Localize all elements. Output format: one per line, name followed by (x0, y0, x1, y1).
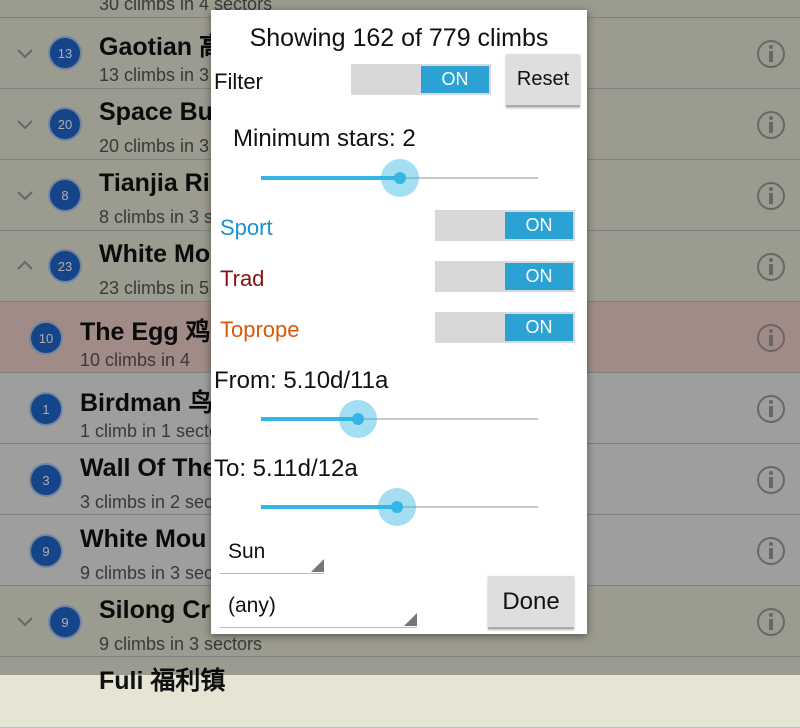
sun-select-value: Sun (228, 540, 266, 563)
dialog-title: Showing 162 of 779 climbs (249, 24, 549, 52)
slider-fill (261, 505, 397, 509)
slider-thumb[interactable] (394, 172, 406, 184)
trad-label: Trad (220, 266, 265, 291)
filter-toggle[interactable]: ON (351, 64, 491, 95)
to-grade-label: To: 5.11d/12a (214, 455, 358, 482)
slider-fill (261, 176, 400, 180)
toggle-on-text: ON (421, 66, 489, 93)
toggle-on-text: ON (505, 212, 573, 239)
sport-toggle[interactable]: ON (435, 210, 575, 241)
from-grade-label: From: 5.10d/11a (214, 367, 389, 394)
dropdown-triangle-icon (404, 613, 417, 626)
slider-thumb[interactable] (391, 501, 403, 513)
toggle-on-text: ON (505, 314, 573, 341)
done-button[interactable]: Done (488, 576, 574, 629)
min-stars-label: Minimum stars: 2 (233, 125, 416, 152)
reset-button[interactable]: Reset (506, 54, 580, 107)
from-grade-slider[interactable] (261, 399, 538, 439)
dropdown-triangle-icon (311, 559, 324, 572)
to-grade-slider[interactable] (261, 487, 538, 527)
filter-dialog: Showing 162 of 779 climbs Filter ON Rese… (211, 10, 587, 634)
any-select-value: (any) (228, 594, 276, 617)
toprope-label: Toprope (220, 317, 300, 342)
toprope-toggle[interactable]: ON (435, 312, 575, 343)
toggle-on-text: ON (505, 263, 573, 290)
sun-select[interactable]: Sun (220, 540, 324, 574)
trad-toggle[interactable]: ON (435, 261, 575, 292)
slider-thumb[interactable] (352, 413, 364, 425)
filter-label: Filter (214, 69, 263, 94)
sport-label: Sport (220, 215, 273, 240)
min-stars-slider[interactable] (261, 158, 538, 198)
any-select[interactable]: (any) (220, 594, 417, 628)
